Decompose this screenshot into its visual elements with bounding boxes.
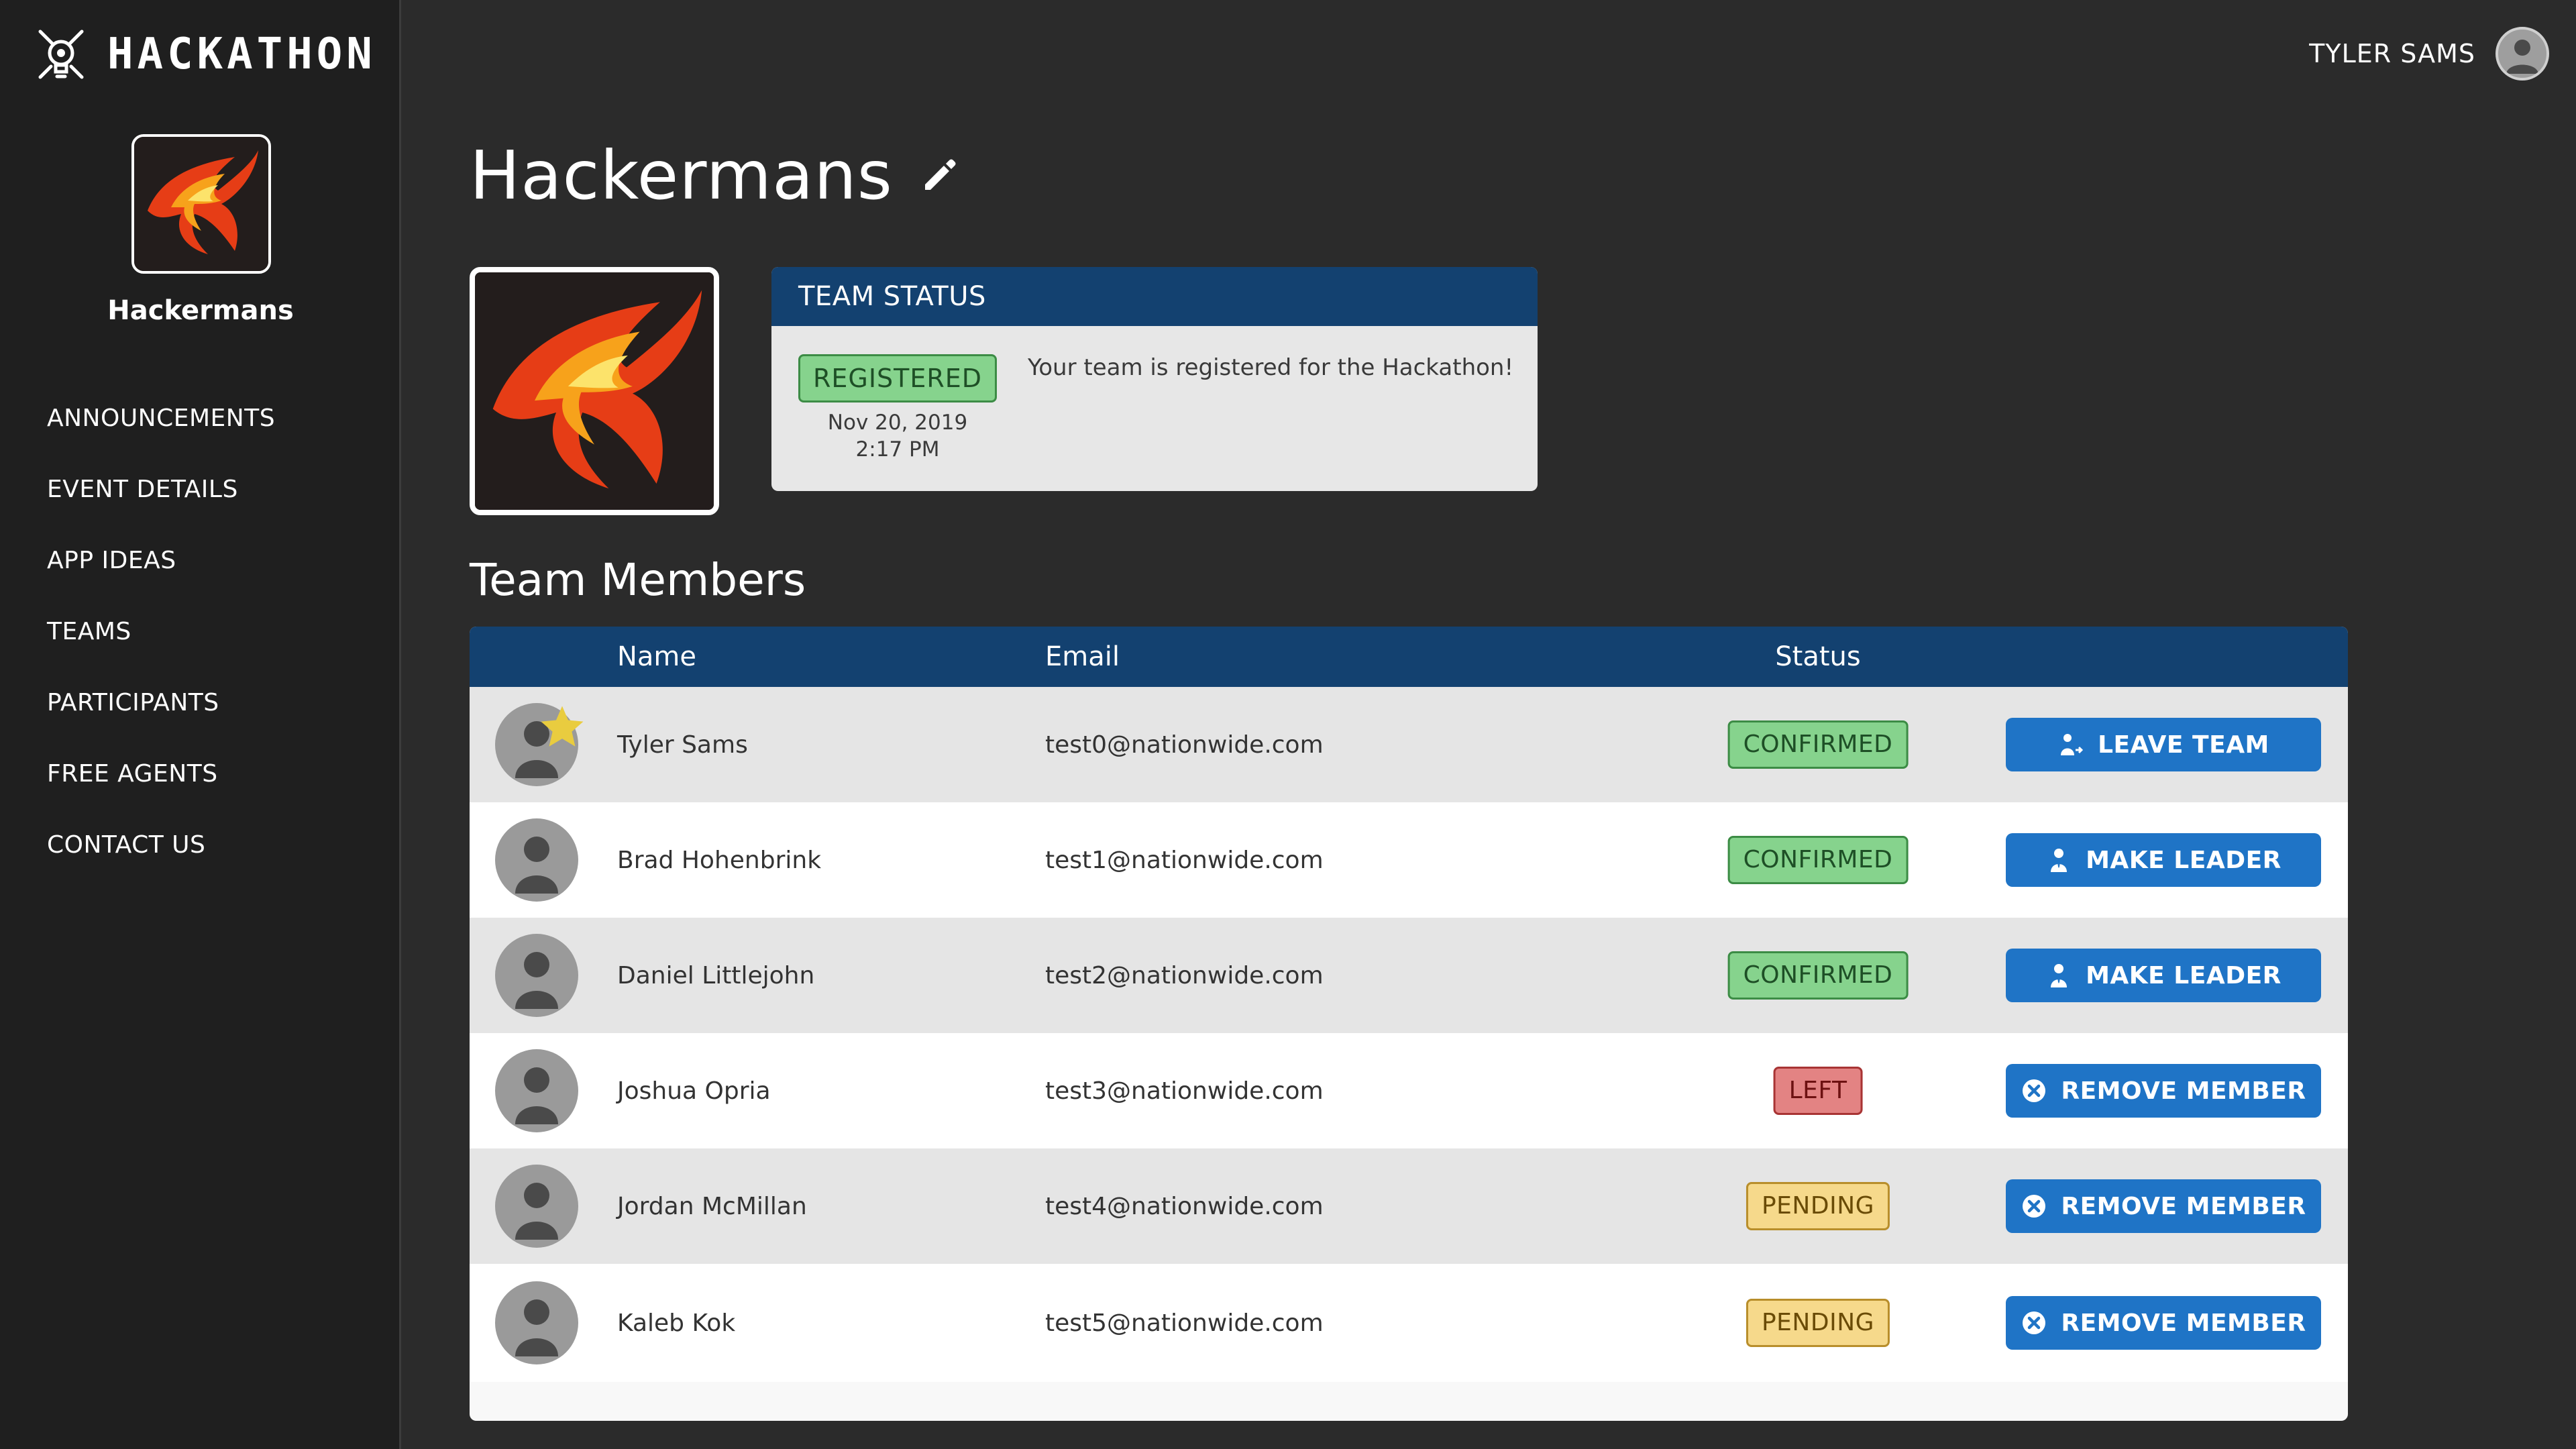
column-header-status: Status bbox=[1775, 641, 1861, 672]
member-email: test0@nationwide.com bbox=[1045, 731, 1324, 759]
column-header-email: Email bbox=[1045, 641, 1120, 672]
page-title: Hackermans bbox=[470, 136, 893, 215]
user-tie-icon bbox=[2051, 849, 2068, 872]
remove-member-button[interactable]: REMOVE MEMBER bbox=[2006, 1179, 2321, 1233]
remove-member-label: REMOVE MEMBER bbox=[2061, 1077, 2306, 1105]
user-avatar-icon[interactable] bbox=[2496, 27, 2549, 80]
user-menu[interactable]: TYLER SAMS bbox=[2309, 25, 2549, 82]
sidebar-team-logo[interactable] bbox=[131, 134, 271, 274]
table-row: Joshua Opria test3@nationwide.com LEFT R… bbox=[470, 1033, 2348, 1148]
leader-star-icon bbox=[541, 706, 584, 747]
nav-item-announcements[interactable]: ANNOUNCEMENTS bbox=[47, 400, 275, 471]
table-row: Jordan McMillan test4@nationwide.com PEN… bbox=[470, 1148, 2348, 1264]
remove-member-label: REMOVE MEMBER bbox=[2061, 1192, 2306, 1220]
team-members-title: Team Members bbox=[470, 554, 806, 606]
table-row: Tyler Sams test0@nationwide.com CONFIRME… bbox=[470, 687, 2348, 802]
leave-team-label: LEAVE TEAM bbox=[2098, 731, 2269, 759]
app-root: HACKATHON Hackermans ANNOUNCEMENTS EVENT… bbox=[0, 0, 2576, 1449]
member-name: Jordan McMillan bbox=[617, 1192, 807, 1220]
member-status-badge: LEFT bbox=[1773, 1067, 1863, 1115]
user-tie-icon bbox=[2051, 964, 2068, 987]
member-status-badge: CONFIRMED bbox=[1727, 720, 1909, 769]
nav-item-teams[interactable]: TEAMS bbox=[47, 613, 275, 684]
page-title-bar: Hackermans bbox=[470, 131, 960, 219]
table-row: Brad Hohenbrink test1@nationwide.com CON… bbox=[470, 802, 2348, 918]
make-leader-label: MAKE LEADER bbox=[2086, 961, 2282, 989]
make-leader-button[interactable]: MAKE LEADER bbox=[2006, 949, 2321, 1002]
member-status-badge: PENDING bbox=[1746, 1182, 1890, 1230]
registered-date: Nov 20, 2019 bbox=[827, 411, 968, 435]
table-header: Name Email Status bbox=[470, 627, 2348, 687]
member-avatar-icon bbox=[495, 1165, 578, 1248]
registered-time: 2:17 PM bbox=[855, 437, 940, 462]
registered-badge: REGISTERED bbox=[798, 354, 997, 402]
nav-item-contact-us[interactable]: CONTACT US bbox=[47, 826, 275, 898]
team-members-table: Name Email Status Tyler Sams test0@natio… bbox=[470, 627, 2348, 1421]
member-name: Tyler Sams bbox=[617, 731, 748, 759]
pencil-edit-icon[interactable] bbox=[920, 155, 960, 195]
member-email: test3@nationwide.com bbox=[1045, 1077, 1324, 1105]
sidebar-team-name: Hackermans bbox=[107, 295, 294, 326]
nav-item-free-agents[interactable]: FREE AGENTS bbox=[47, 755, 275, 826]
column-header-name: Name bbox=[617, 641, 697, 672]
team-status-message: Your team is registered for the Hackatho… bbox=[1028, 354, 1514, 381]
nav-item-app-ideas[interactable]: APP IDEAS bbox=[47, 542, 275, 613]
phoenix-logo-icon bbox=[134, 137, 268, 271]
lightbulb-gear-logo-icon bbox=[38, 30, 84, 79]
member-name: Kaleb Kok bbox=[617, 1309, 736, 1337]
table-row: Kaleb Kok test5@nationwide.com PENDING R… bbox=[470, 1264, 2348, 1382]
remove-member-button[interactable]: REMOVE MEMBER bbox=[2006, 1064, 2321, 1118]
brand[interactable]: HACKATHON bbox=[35, 24, 376, 85]
member-avatar-icon bbox=[495, 1049, 578, 1132]
team-status-heading: TEAM STATUS bbox=[771, 267, 1538, 326]
member-avatar-icon bbox=[495, 934, 578, 1017]
member-name: Daniel Littlejohn bbox=[617, 961, 815, 989]
nav-item-event-details[interactable]: EVENT DETAILS bbox=[47, 471, 275, 542]
sidebar-nav: ANNOUNCEMENTS EVENT DETAILS APP IDEAS TE… bbox=[47, 400, 275, 898]
member-name: Brad Hohenbrink bbox=[617, 846, 822, 874]
member-status-badge: CONFIRMED bbox=[1727, 836, 1909, 884]
sidebar: HACKATHON Hackermans ANNOUNCEMENTS EVENT… bbox=[0, 0, 401, 1449]
remove-member-button[interactable]: REMOVE MEMBER bbox=[2006, 1296, 2321, 1350]
member-avatar-icon bbox=[495, 1281, 578, 1364]
member-status-badge: CONFIRMED bbox=[1727, 951, 1909, 1000]
circle-x-icon bbox=[2023, 1195, 2046, 1218]
member-name: Joshua Opria bbox=[617, 1077, 771, 1105]
remove-member-label: REMOVE MEMBER bbox=[2061, 1309, 2306, 1337]
user-name: TYLER SAMS bbox=[2309, 39, 2475, 68]
make-leader-label: MAKE LEADER bbox=[2086, 846, 2282, 874]
member-status-badge: PENDING bbox=[1746, 1299, 1890, 1347]
team-status-card: TEAM STATUS REGISTERED Nov 20, 2019 2:17… bbox=[771, 267, 1538, 491]
leave-team-button[interactable]: LEAVE TEAM bbox=[2006, 718, 2321, 771]
member-email: test4@nationwide.com bbox=[1045, 1192, 1324, 1220]
member-avatar-icon bbox=[495, 818, 578, 902]
circle-x-icon bbox=[2023, 1311, 2046, 1334]
make-leader-button[interactable]: MAKE LEADER bbox=[2006, 833, 2321, 887]
member-email: test5@nationwide.com bbox=[1045, 1309, 1324, 1337]
member-email: test1@nationwide.com bbox=[1045, 846, 1324, 874]
phoenix-logo-icon bbox=[475, 272, 714, 510]
table-row: Daniel Littlejohn test2@nationwide.com C… bbox=[470, 918, 2348, 1033]
member-email: test2@nationwide.com bbox=[1045, 961, 1324, 989]
nav-item-participants[interactable]: PARTICIPANTS bbox=[47, 684, 275, 755]
user-leave-icon bbox=[2061, 734, 2084, 755]
brand-name: HACKATHON bbox=[107, 30, 376, 79]
circle-x-icon bbox=[2023, 1079, 2046, 1102]
team-logo[interactable] bbox=[470, 267, 719, 515]
